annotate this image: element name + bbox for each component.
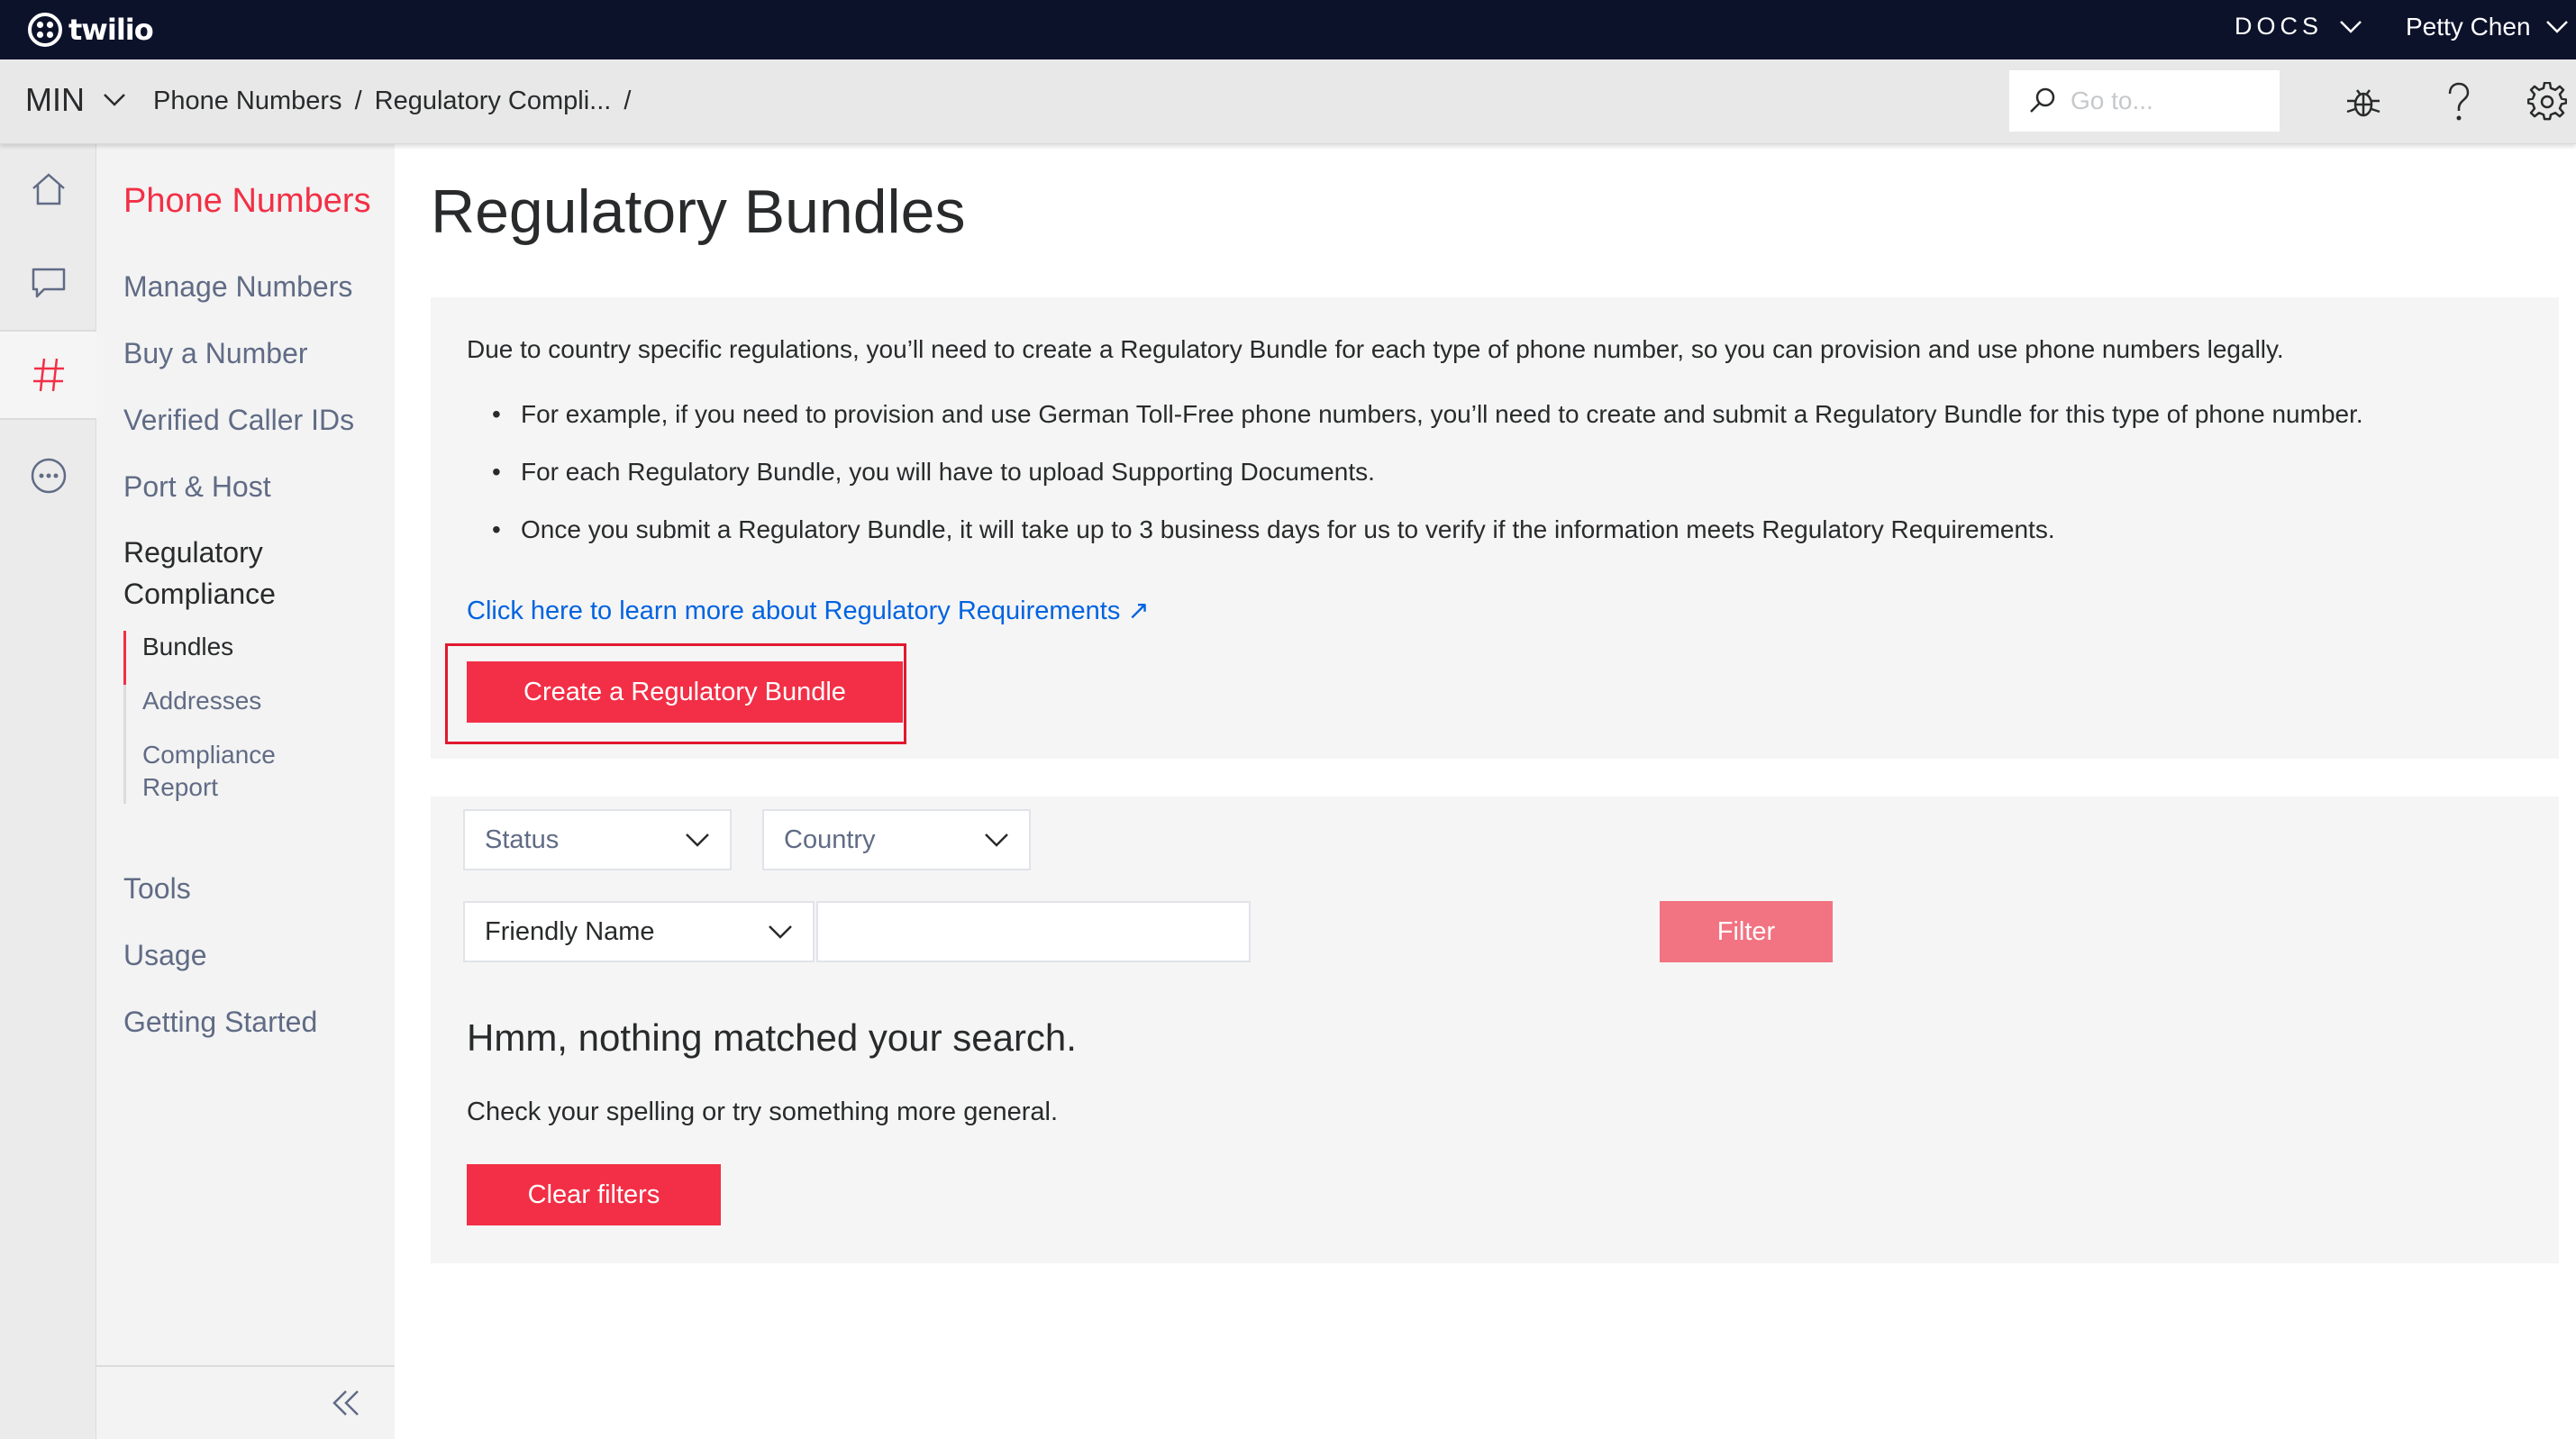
status-select[interactable]: Status	[463, 809, 732, 870]
nav-sub-item-bundles[interactable]: Bundles	[142, 631, 296, 663]
gear-icon[interactable]	[2526, 81, 2568, 123]
breadcrumb: Phone Numbers / Regulatory Compli... /	[153, 87, 631, 116]
chevron-down-icon	[2340, 20, 2362, 33]
user-menu[interactable]: Petty Chen	[2406, 13, 2569, 41]
nav-item-manage-numbers[interactable]: Manage Numbers	[123, 270, 352, 304]
status-select-value: Status	[485, 824, 560, 854]
chat-icon[interactable]	[0, 238, 96, 328]
docs-label: DOCS	[2235, 13, 2324, 40]
account-switcher[interactable]: MIN	[25, 81, 126, 119]
breadcrumb-phone-numbers[interactable]: Phone Numbers	[153, 87, 342, 116]
goto-input[interactable]	[2071, 87, 2269, 115]
nav-sub-item-addresses[interactable]: Addresses	[142, 685, 296, 717]
learn-more-link[interactable]: Click here to learn more about Regulator…	[467, 595, 1150, 626]
empty-state-title: Hmm, nothing matched your search.	[467, 1016, 1077, 1059]
page-title: Regulatory Bundles	[431, 178, 966, 246]
bullet-item: For example, if you need to provision an…	[492, 398, 2363, 456]
breadcrumb-separator: /	[624, 87, 632, 115]
active-indicator	[123, 631, 126, 685]
product-rail	[0, 144, 96, 1439]
filter-button[interactable]: Filter	[1660, 901, 1833, 962]
bullet-item: Once you submit a Regulatory Bundle, it …	[492, 514, 2363, 571]
user-name: Petty Chen	[2406, 13, 2531, 41]
country-select-value: Country	[784, 824, 876, 854]
nav-item-getting-started[interactable]: Getting Started	[123, 1006, 317, 1039]
filter-value-input[interactable]	[816, 901, 1251, 962]
breadcrumb-regulatory-compliance[interactable]: Regulatory Compli...	[375, 87, 612, 116]
goto-search[interactable]	[2009, 70, 2280, 132]
clear-filters-button[interactable]: Clear filters	[467, 1164, 721, 1225]
nav-title[interactable]: Phone Numbers	[123, 182, 371, 221]
help-icon[interactable]	[2438, 81, 2480, 123]
section-nav: Phone Numbers Manage Numbers Buy a Numbe…	[96, 144, 395, 1439]
nav-item-port-host[interactable]: Port & Host	[123, 470, 271, 504]
nav-item-buy-a-number[interactable]: Buy a Number	[123, 337, 308, 370]
bullet-item: For each Regulatory Bundle, you will hav…	[492, 456, 2363, 514]
chevron-down-icon	[769, 925, 792, 939]
bug-icon[interactable]	[2343, 81, 2384, 123]
double-chevron-left-icon	[332, 1390, 359, 1416]
chevron-down-icon	[985, 833, 1008, 847]
search-icon	[2030, 87, 2055, 113]
nav-item-tools[interactable]: Tools	[123, 872, 191, 906]
account-name: MIN	[25, 81, 85, 118]
field-select[interactable]: Friendly Name	[463, 901, 815, 962]
nav-item-verified-caller-ids[interactable]: Verified Caller IDs	[123, 404, 354, 437]
collapse-nav-button[interactable]	[96, 1365, 395, 1439]
chevron-down-icon	[686, 833, 709, 847]
country-select[interactable]: Country	[762, 809, 1031, 870]
nav-item-usage[interactable]: Usage	[123, 939, 207, 972]
twilio-logo-icon	[28, 13, 62, 47]
breadcrumb-separator: /	[354, 87, 362, 115]
chevron-down-icon	[2545, 21, 2568, 33]
docs-menu[interactable]: DOCS	[2235, 13, 2362, 41]
brand-name: twilio	[68, 13, 154, 47]
nav-item-regulatory-compliance[interactable]: Regulatory Compliance	[123, 532, 340, 615]
chevron-down-icon	[104, 94, 125, 106]
more-icon[interactable]	[0, 431, 96, 521]
hash-icon[interactable]	[0, 330, 96, 420]
empty-state-subtitle: Check your spelling or try something mor…	[467, 1097, 1059, 1126]
sub-header: MIN Phone Numbers / Regulatory Compli...…	[0, 59, 2576, 144]
create-bundle-button[interactable]: Create a Regulatory Bundle	[467, 661, 903, 723]
nav-sub-item-compliance-report[interactable]: Compliance Report	[142, 739, 296, 804]
filter-panel: Status Country Friendly Name Filter Hmm,…	[431, 797, 2559, 1263]
field-select-value: Friendly Name	[485, 916, 655, 946]
twilio-logo[interactable]: twilio	[27, 9, 154, 50]
info-panel: Due to country specific regulations, you…	[431, 297, 2559, 759]
intro-text: Due to country specific regulations, you…	[467, 335, 2284, 363]
info-bullets: For example, if you need to provision an…	[492, 398, 2363, 571]
nav-sub-menu: Bundles Addresses Compliance Report	[123, 631, 296, 804]
home-icon[interactable]	[0, 144, 96, 234]
top-bar: twilio DOCS Petty Chen	[0, 0, 2576, 59]
